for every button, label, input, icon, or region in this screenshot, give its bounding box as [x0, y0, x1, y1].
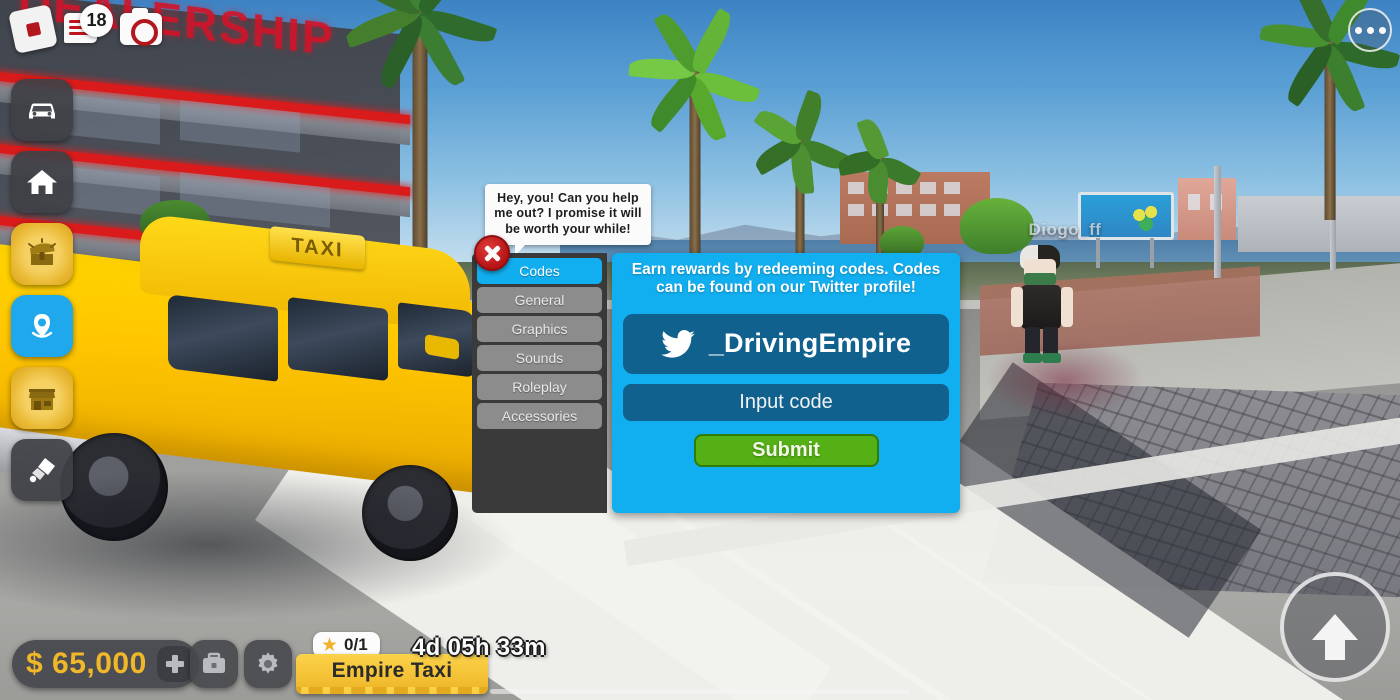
avatar-shoe: [1042, 353, 1061, 363]
sidebar-item-crates[interactable]: [11, 223, 73, 285]
treasure-chest-icon: [28, 238, 56, 265]
sidebar-item-house[interactable]: [11, 151, 73, 213]
up-arrow-icon: [1312, 614, 1358, 660]
player-avatar: [1011, 245, 1073, 365]
paint-brush-icon: [29, 458, 55, 483]
vehicle-shadow: [0, 470, 520, 620]
palm-tree: [330, 0, 510, 250]
tab-sounds[interactable]: Sounds: [477, 345, 602, 371]
avatar-arm: [1011, 287, 1023, 327]
twitter-handle-text: _DrivingEmpire: [708, 328, 912, 359]
car-icon: [29, 103, 55, 119]
sidebar-item-vehicles[interactable]: [11, 79, 73, 141]
avatar-torso: [1021, 285, 1061, 329]
top-hud: 18: [8, 4, 162, 54]
twitter-handle-row[interactable]: _DrivingEmpire: [623, 313, 949, 374]
left-sidebar: [11, 79, 73, 501]
tab-accessories[interactable]: Accessories: [477, 403, 602, 429]
billboard-legs: [1090, 238, 1160, 268]
sidebar-item-map[interactable]: [11, 295, 73, 357]
background-building: [1178, 178, 1236, 240]
codes-description: Earn rewards by redeeming codes. Codes c…: [631, 261, 941, 297]
jump-button[interactable]: [1280, 572, 1390, 682]
close-dialog-button[interactable]: [474, 235, 510, 271]
home-icon: [27, 170, 57, 194]
settings-dialog: Codes General Graphics Sounds Roleplay A…: [472, 253, 960, 513]
money-display: $ 65,000: [12, 640, 199, 688]
tab-roleplay[interactable]: Roleplay: [477, 374, 602, 400]
quest-progress-text: 0/1: [344, 635, 368, 654]
roblox-logo-icon[interactable]: [8, 4, 58, 54]
plus-icon: [165, 655, 184, 673]
money-amount: $ 65,000: [26, 647, 147, 680]
quest-name: Empire Taxi: [331, 658, 453, 682]
gear-icon: [258, 652, 278, 674]
star-icon: ★: [321, 634, 339, 656]
taxi-window: [168, 294, 278, 382]
avatar-shoe: [1023, 353, 1042, 363]
palm-tree: [1255, 0, 1400, 220]
code-input[interactable]: Input code: [623, 383, 949, 421]
three-dots-menu-icon[interactable]: [1348, 8, 1392, 52]
location-pin-icon: [31, 314, 53, 338]
shop-icon: [29, 389, 55, 410]
inventory-button[interactable]: [190, 640, 238, 688]
taxi-window: [288, 296, 388, 382]
chat-badge: 18: [80, 4, 113, 37]
npc-speech-bubble: Hey, you! Can you help me out? I promise…: [485, 184, 651, 256]
avatar-mask: [1024, 273, 1056, 285]
twitter-bird-icon: [661, 329, 695, 358]
player-nametag: Diogo_ff: [1028, 220, 1102, 239]
quest-timer: 4d 05h 33m: [412, 634, 546, 661]
briefcase-icon: [203, 652, 225, 673]
submit-button[interactable]: Submit: [693, 433, 879, 467]
sidebar-item-dealership[interactable]: [11, 367, 73, 429]
close-icon: [483, 244, 502, 263]
dialog-tab-list: Codes General Graphics Sounds Roleplay A…: [472, 253, 607, 513]
avatar-arm: [1061, 287, 1073, 327]
light-pole: [1214, 166, 1221, 278]
game-screen: DEALERSHIP TAXI Diogo_ff Hey, you! Can y…: [0, 0, 1400, 700]
sidebar-item-customize[interactable]: [11, 439, 73, 501]
home-indicator: [490, 689, 910, 694]
codes-panel: Earn rewards by redeeming codes. Codes c…: [612, 253, 960, 513]
add-money-button[interactable]: [156, 646, 193, 682]
settings-button[interactable]: [244, 640, 292, 688]
tab-general[interactable]: General: [477, 287, 602, 313]
camera-icon[interactable]: [120, 8, 162, 46]
tab-graphics[interactable]: Graphics: [477, 316, 602, 342]
chat-button[interactable]: 18: [64, 4, 113, 52]
